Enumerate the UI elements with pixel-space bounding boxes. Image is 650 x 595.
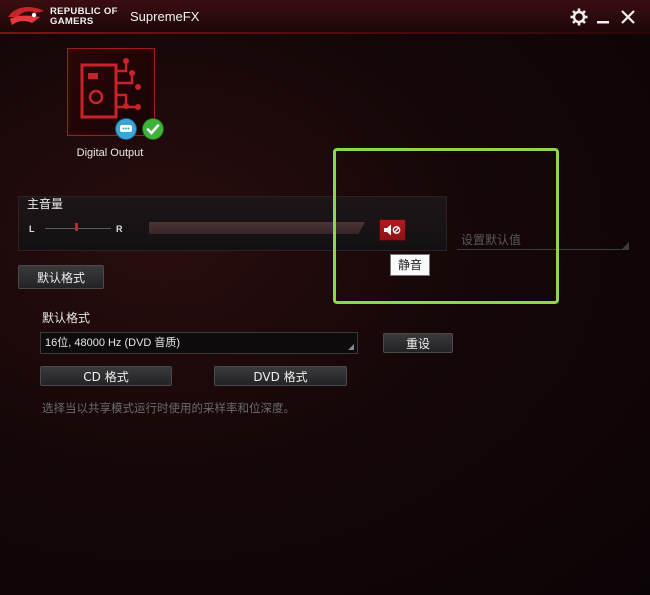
balance-slider-track[interactable] (45, 228, 111, 229)
balance-right-label: R (116, 224, 123, 234)
balance-left-label: L (29, 224, 35, 234)
close-icon[interactable] (618, 7, 638, 27)
device-label: Digital Output (76, 147, 144, 159)
balance-slider-handle[interactable] (75, 223, 78, 231)
circuit-board-icon (80, 58, 141, 119)
tab-default-format[interactable]: 默认格式 (18, 265, 104, 289)
format-hint-text: 选择当以共享模式运行时使用的采样率和位深度。 (42, 401, 295, 415)
gear-icon[interactable] (569, 7, 589, 27)
rog-logo-icon (8, 7, 44, 25)
app-title: SupremeFX (130, 9, 200, 24)
cd-format-button[interactable]: CD 格式 (40, 366, 172, 386)
chat-icon (115, 118, 137, 140)
brand-text: REPUBLIC OF GAMERS (50, 7, 118, 27)
master-volume-title: 主音量 (27, 197, 64, 211)
minimize-icon[interactable] (594, 7, 614, 27)
format-select[interactable]: 16位, 48000 Hz (DVD 音质) (40, 332, 358, 354)
title-bar: REPUBLIC OF GAMERS SupremeFX (0, 0, 650, 34)
brand-line-2: GAMERS (50, 16, 94, 27)
check-icon (142, 118, 164, 140)
dvd-format-button[interactable]: DVD 格式 (214, 366, 347, 386)
device-tile[interactable] (67, 48, 155, 136)
default-format-label: 默认格式 (42, 311, 91, 325)
highlight-box (333, 148, 559, 304)
reset-button[interactable]: 重设 (383, 333, 453, 353)
